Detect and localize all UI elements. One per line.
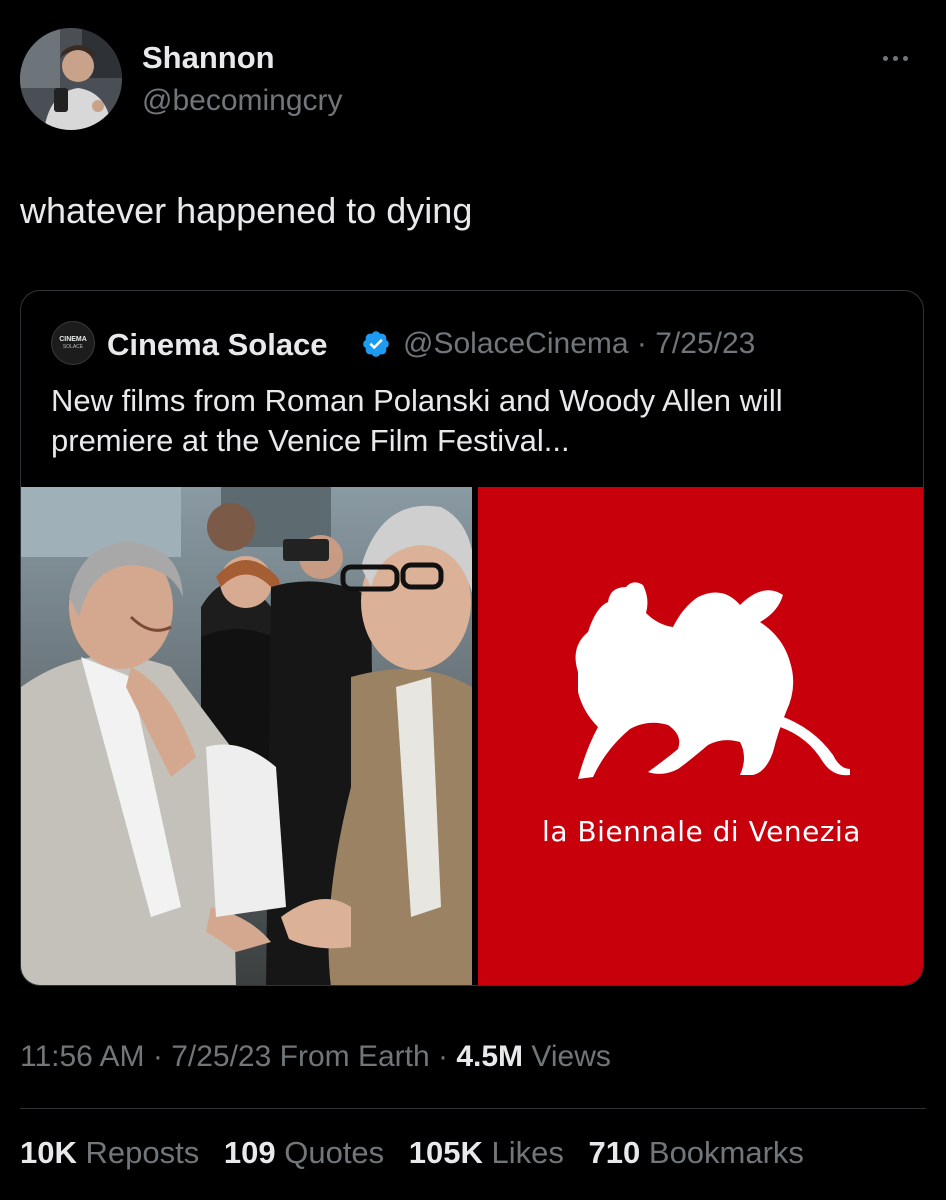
bookmarks-stat[interactable]: 710 Bookmarks	[589, 1135, 804, 1170]
bookmarks-label: Bookmarks	[648, 1135, 804, 1170]
biennale-logo-panel[interactable]: la Biennale di Venezia	[478, 487, 923, 985]
tweet-date[interactable]: 7/25/23	[171, 1040, 271, 1073]
bookmarks-count: 710	[588, 1135, 641, 1170]
quoted-tweet-card[interactable]: CINEMA SOLACE Cinema Solace @SolaceCinem…	[20, 290, 924, 986]
photo-image	[21, 487, 472, 985]
quotes-count: 109	[223, 1135, 276, 1170]
tweet-source: From Earth	[279, 1040, 430, 1073]
logo-text-top: CINEMA	[59, 336, 87, 343]
views-count: 4.5M	[456, 1040, 524, 1073]
likes-label: Likes	[491, 1135, 564, 1170]
tweet-text: whatever happened to dying	[20, 190, 473, 231]
more-options-button[interactable]	[870, 40, 920, 76]
quoted-tweet-text: New films from Roman Polanski and Woody …	[51, 383, 783, 458]
tweet-time[interactable]: 11:56 AM	[20, 1040, 145, 1073]
quoted-author-handle: @SolaceCinema	[403, 327, 629, 360]
quoted-author-name[interactable]: Cinema Solace	[107, 327, 328, 363]
dot-icon	[882, 55, 888, 61]
avatar-photo	[20, 28, 122, 130]
quotes-label: Quotes	[284, 1135, 385, 1170]
reposts-count: 10K	[20, 1135, 77, 1170]
quotes-stat[interactable]: 109 Quotes	[224, 1135, 384, 1170]
author-name[interactable]: Shannon	[142, 40, 275, 76]
tweet-meta: 11:56 AM · 7/25/23 From Earth · 4.5M Vie…	[20, 1040, 611, 1073]
author-handle[interactable]: @becomingcry	[142, 84, 343, 118]
reposts-label: Reposts	[85, 1135, 200, 1170]
likes-stat[interactable]: 105K Likes	[409, 1135, 564, 1170]
reposts-stat[interactable]: 10K Reposts	[20, 1135, 199, 1170]
dot-icon	[902, 55, 908, 61]
avatar[interactable]	[20, 28, 122, 130]
quoted-author-avatar[interactable]: CINEMA SOLACE	[51, 321, 95, 365]
quoted-media[interactable]: la Biennale di Venezia	[21, 487, 923, 985]
likes-count: 105K	[408, 1135, 483, 1170]
quoted-date: 7/25/23	[655, 327, 756, 360]
photo-polanski-allen[interactable]	[21, 487, 472, 985]
dot-icon	[892, 55, 898, 61]
logo-text-bottom: SOLACE	[62, 344, 84, 350]
views-label: Views	[531, 1040, 611, 1073]
quoted-handle-date[interactable]: @SolaceCinema · 7/25/23	[403, 327, 755, 361]
engagement-stats: 10K Reposts 109 Quotes 105K Likes 710 Bo…	[20, 1135, 820, 1171]
verified-badge-icon	[363, 331, 389, 357]
winged-lion-icon	[575, 582, 850, 779]
biennale-label: la Biennale di Venezia	[542, 815, 861, 848]
divider	[20, 1108, 926, 1109]
